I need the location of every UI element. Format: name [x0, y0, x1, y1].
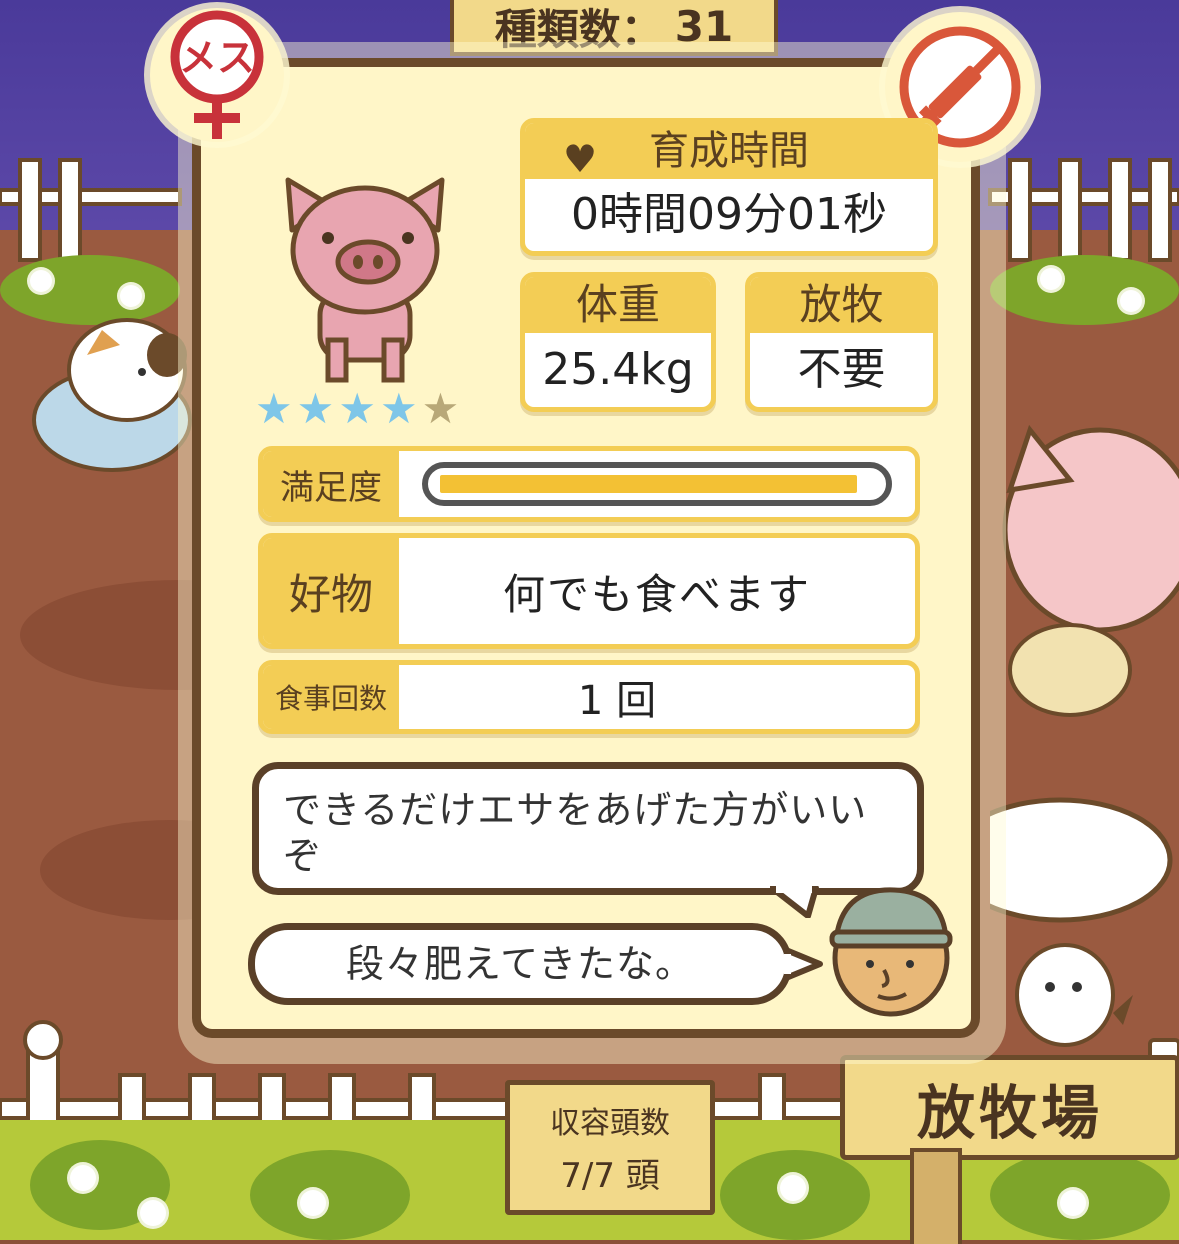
weight-card: 体重 25.4kg	[520, 272, 716, 412]
clover-flower	[70, 1165, 96, 1191]
heart-icon: ♥	[563, 137, 598, 181]
satisfaction-bar-fill	[440, 475, 857, 493]
satisfaction-label: 満足度	[263, 451, 399, 517]
clover-flower	[1120, 290, 1142, 312]
clover-flower	[1060, 1190, 1086, 1216]
grazing-label: 放牧	[750, 277, 933, 333]
star-filled-icon: ★	[255, 384, 293, 433]
meal-count-row: 食事回数 1 回	[258, 660, 920, 734]
gender-text: メス	[179, 36, 255, 80]
speech-bubble-tail	[784, 947, 823, 981]
comment-speech-bubble: 段々肥えてきたな。	[248, 923, 792, 1005]
grazing-value: 不要	[797, 344, 886, 395]
star-empty-icon: ★	[421, 384, 460, 433]
grazing-range-sign[interactable]: 放牧場	[840, 1055, 1179, 1160]
capacity-sign: 収容頭数 7/7 頭	[505, 1080, 715, 1215]
star-filled-icon: ★	[296, 384, 335, 433]
capacity-value: 7/7 頭	[560, 1156, 660, 1196]
farmer-avatar	[829, 887, 953, 1017]
clover-flower	[140, 1200, 166, 1226]
weight-label: 体重	[525, 277, 711, 333]
favorite-food-row: 好物 何でも食べます	[258, 533, 920, 649]
satisfaction-bar	[422, 462, 892, 506]
clover-flower	[300, 1190, 326, 1216]
favorite-label: 好物	[263, 538, 399, 644]
clover-flower	[30, 270, 52, 292]
clover-flower	[780, 1175, 806, 1201]
gender-badge: メス	[150, 8, 284, 142]
clover-bush	[250, 1150, 410, 1240]
speech-bubble-tail	[770, 886, 819, 918]
clover-flower	[1040, 268, 1062, 290]
favorite-value: 何でも食べます	[502, 569, 811, 619]
raise-time-card: ♥ 育成時間 0時間09分01秒	[520, 118, 938, 256]
sign-post	[910, 1148, 962, 1244]
clover-bush	[990, 255, 1179, 325]
pig-portrait	[285, 177, 445, 383]
capacity-label: 収容頭数	[550, 1106, 670, 1141]
meals-label: 食事回数	[263, 665, 399, 729]
satisfaction-row: 満足度	[258, 446, 920, 522]
cat-in-bowl-decoration	[32, 318, 192, 472]
raise-time-value: 0時間09分01秒	[571, 189, 887, 240]
grazing-card: 放牧 不要	[745, 272, 938, 412]
weight-value: 25.4kg	[542, 344, 694, 395]
background-pig	[1002, 424, 1179, 717]
background-pig-back	[990, 797, 1173, 923]
raise-time-label: 育成時間	[649, 128, 809, 174]
meals-value: 1 回	[577, 678, 657, 724]
advice-speech-bubble: できるだけエサをあげた方がいいぞ	[252, 762, 924, 895]
star-filled-icon: ★	[379, 384, 418, 433]
rating-stars: ★ ★ ★ ★ ★	[255, 388, 459, 430]
star-filled-icon: ★	[338, 384, 376, 433]
female-symbol-icon: メス	[170, 10, 264, 139]
